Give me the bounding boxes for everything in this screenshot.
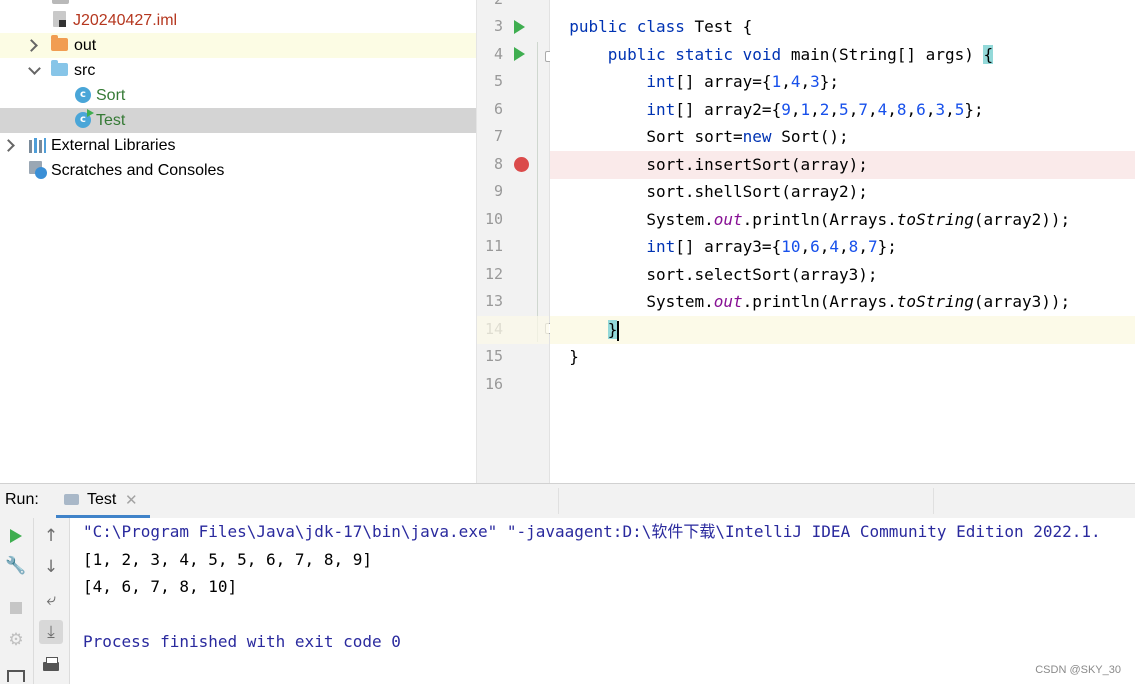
console-icon (64, 494, 79, 505)
wrench-icon: 🔧 (5, 556, 27, 576)
close-icon[interactable]: ✕ (125, 491, 138, 509)
chevron-down-icon[interactable] (28, 62, 41, 75)
tree-item-iml[interactable]: J20240427.iml (0, 8, 476, 33)
line-number: 13 (484, 292, 503, 310)
watermark: CSDN @SKY_30 (1035, 664, 1121, 676)
console-command-line: "C:\Program Files\Java\jdk-17\bin\java.e… (83, 522, 1101, 541)
module-file-icon (53, 11, 66, 27)
code-line-12: sort.selectSort(array3); (550, 265, 878, 284)
tree-item-test[interactable]: c Test (0, 108, 476, 133)
line-number: 2 (477, 0, 503, 13)
line-number: 15 (484, 347, 503, 365)
line-number: 7 (493, 127, 503, 145)
previous-occurrence-button[interactable]: ↑ (39, 524, 63, 548)
code-editor[interactable]: public class Test { public static void m… (550, 0, 1135, 483)
tree-item-scratches[interactable]: Scratches and Consoles (0, 158, 476, 183)
scratches-icon (29, 161, 47, 179)
line-number: 9 (493, 182, 503, 200)
run-tab-label: Test (87, 491, 117, 508)
line-number: 11 (484, 237, 503, 255)
chevron-right-icon[interactable] (2, 139, 15, 152)
code-line-8-breakpoint: sort.insertSort(array); (550, 151, 1135, 179)
console-exit-message: Process finished with exit code 0 (83, 632, 401, 651)
code-line-3: public class Test { (569, 17, 753, 36)
code-line-13: System.out.println(Arrays.toString(array… (550, 292, 1071, 311)
console-output-line: [1, 2, 3, 4, 5, 5, 6, 7, 8, 9] (83, 550, 372, 569)
code-line-7: Sort sort=new Sort(); (550, 127, 849, 146)
line-number: 12 (484, 265, 503, 283)
printer-icon (43, 656, 59, 671)
source-folder-icon (51, 60, 68, 76)
console-output-line: [4, 6, 7, 8, 10] (83, 577, 238, 596)
tree-item-label: out (74, 37, 97, 54)
line-number: 10 (484, 210, 503, 228)
next-occurrence-button[interactable]: ↓ (39, 555, 63, 579)
tree-item-sort[interactable]: c Sort (0, 83, 476, 108)
tree-item-label: Scratches and Consoles (51, 162, 225, 179)
print-button[interactable] (39, 654, 63, 678)
code-line-6: int[] array2={9,1,2,5,7,4,8,6,3,5}; (646, 100, 984, 119)
run-tab-test[interactable]: Test ✕ (56, 484, 150, 518)
fold-guide (537, 42, 538, 342)
tree-item-label: External Libraries (51, 137, 176, 154)
java-main-class-icon: c (75, 109, 94, 128)
modify-run-config-button[interactable]: 🔧 (4, 554, 28, 578)
code-line-5: int[] array={1,4,3}; (646, 72, 840, 91)
library-icon (29, 138, 46, 153)
tree-item-label: src (74, 62, 96, 79)
chevron-right-icon[interactable] (25, 39, 38, 52)
tree-item-label: Sort (96, 87, 126, 104)
rerun-button[interactable] (4, 524, 28, 548)
stop-button[interactable] (4, 596, 28, 620)
line-number: 3 (493, 17, 503, 35)
line-number: 4 (493, 45, 503, 63)
editor-gutter[interactable]: 2 3 4 5 6 7 8 9 10 11 12 13 14 15 16 (477, 0, 556, 483)
line-number: 5 (493, 72, 503, 90)
divider (558, 488, 559, 514)
gear-bug-icon: ⚙ (8, 630, 24, 650)
console-output[interactable]: "C:\Program Files\Java\jdk-17\bin\java.e… (70, 518, 1135, 684)
run-tool-window-header: Run: Test ✕ (0, 483, 1135, 519)
line-number: 6 (493, 100, 503, 118)
java-class-icon: c (75, 87, 91, 103)
tree-item-label: J20240427.iml (73, 12, 178, 29)
folder-icon (52, 0, 69, 4)
scroll-to-end-button[interactable]: ⤓ (39, 620, 63, 644)
layout-icon (7, 670, 25, 682)
tree-item-out[interactable]: out (0, 33, 476, 58)
line-number: 8 (493, 155, 503, 173)
line-number: 16 (484, 375, 503, 393)
project-tool-window: J20240427.iml out src c Sort c Test Exte… (0, 0, 477, 483)
code-line-15: } (550, 347, 579, 366)
play-icon (10, 529, 22, 543)
layout-button[interactable] (4, 664, 28, 688)
stop-icon (10, 602, 22, 614)
scroll-to-end-icon: ⤓ (47, 622, 55, 642)
line-number: 14 (484, 320, 503, 338)
soft-wrap-button[interactable]: ⤶ (39, 588, 63, 612)
code-line-9: sort.shellSort(array2); (550, 182, 868, 201)
breakpoint-icon[interactable] (514, 157, 529, 172)
run-main-icon[interactable] (514, 47, 525, 61)
code-line-10: System.out.println(Arrays.toString(array… (550, 210, 1071, 229)
text-caret (617, 320, 620, 341)
soft-wrap-icon: ⤶ (46, 590, 56, 610)
folder-icon (51, 35, 68, 51)
debug-settings-button[interactable]: ⚙ (4, 628, 28, 652)
tree-item-src[interactable]: src (0, 58, 476, 83)
run-toolbar-secondary: ↑ ↓ ⤶ ⤓ (34, 518, 70, 684)
code-line-11: int[] array3={10,6,4,8,7}; (646, 237, 897, 256)
run-panel-label: Run: (5, 491, 39, 508)
arrow-down-icon: ↓ (43, 557, 59, 577)
divider (933, 488, 934, 514)
tree-item-label: Test (96, 112, 126, 129)
arrow-up-icon: ↑ (43, 526, 59, 546)
run-class-icon[interactable] (514, 20, 525, 34)
run-toolbar-primary: 🔧 ⚙ (0, 518, 34, 684)
code-line-4: public static void main(String[] args) { (607, 45, 994, 64)
tree-item-external-libraries[interactable]: External Libraries (0, 133, 476, 158)
code-line-14-current: } (550, 316, 1135, 344)
